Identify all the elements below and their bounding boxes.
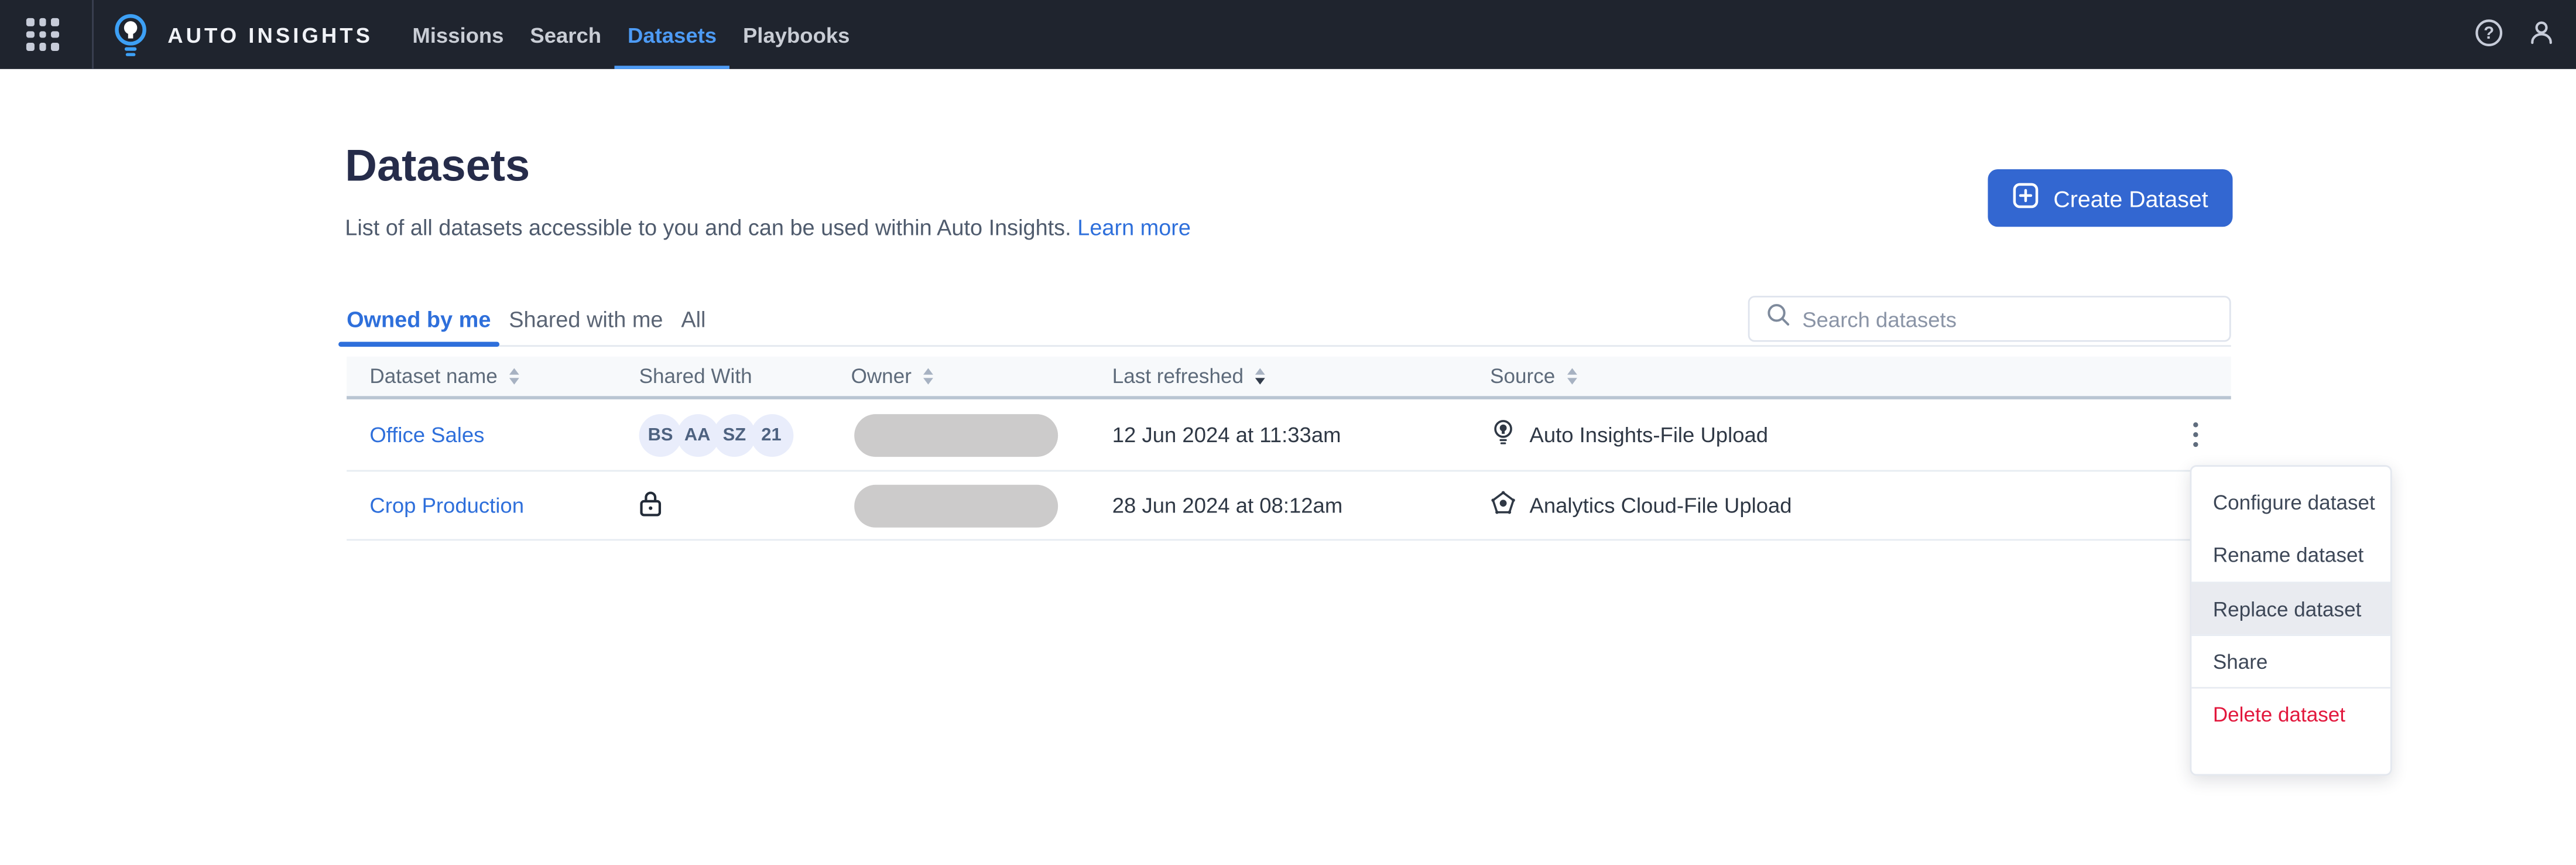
shared-with-cell: BS AA SZ 21 [639,413,851,456]
app-window: AUTO INSIGHTS Missions Search Datasets P… [0,0,2576,865]
column-header-dataset-name[interactable]: Dataset name [369,365,639,388]
table-row-office-sales: Office Sales BS AA SZ 21 12 Jun 2024 at … [347,399,2231,472]
avatar[interactable]: SZ [712,413,756,456]
column-header-shared-with: Shared With [639,364,752,388]
owner-cell [851,484,1112,527]
dataset-link-crop-production[interactable]: Crop Production [369,493,524,518]
actions-cell [2159,413,2231,456]
nav-item-playbooks[interactable]: Playbooks [730,0,863,69]
last-refreshed-cell: 12 Jun 2024 at 11:33am [1112,422,1341,447]
grid-icon [26,18,59,51]
datasets-table: Dataset name Shared With Owner Last refr… [347,356,2231,541]
page-description-text: List of all datasets accessible to you a… [345,215,1071,240]
auto-insights-bulb-icon [1490,419,1516,450]
owner-redacted-pill [854,484,1059,527]
analytics-cloud-icon [1490,490,1516,521]
search-input[interactable] [1802,306,2213,331]
source-cell: Analytics Cloud-File Upload [1490,490,2159,521]
owner-redacted-pill [854,413,1059,456]
column-header-last-refreshed[interactable]: Last refreshed [1112,365,1490,388]
avatar[interactable]: BS [639,413,682,456]
menu-item-configure-dataset[interactable]: Configure dataset [2191,477,2390,529]
source-cell: Auto Insights-File Upload [1490,419,2159,450]
plus-square-icon [2012,182,2039,213]
page-title: Datasets [345,141,530,191]
create-dataset-label: Create Dataset [2053,184,2208,211]
menu-item-share[interactable]: Share [2191,634,2390,687]
tab-all[interactable]: All [673,292,714,347]
dataset-name-cell: Crop Production [369,493,639,518]
column-header-source[interactable]: Source [1490,365,2159,388]
source-label: Auto Insights-File Upload [1529,422,1769,447]
menu-item-replace-dataset[interactable]: Replace dataset [2191,582,2390,635]
search-icon [1766,302,1791,335]
navbar-divider [92,0,94,69]
user-account-button[interactable] [2527,17,2557,52]
sort-icon [923,368,933,385]
sort-icon [509,368,519,385]
table-row-crop-production: Crop Production 28 Jun 2024 at 08:12am A… [347,471,2231,541]
avatar[interactable]: AA [676,413,719,456]
table-header-row: Dataset name Shared With Owner Last refr… [347,356,2231,399]
menu-item-delete-dataset[interactable]: Delete dataset [2191,686,2390,740]
app-launcher-button[interactable] [21,13,64,56]
dataset-name-cell: Office Sales [369,422,639,447]
last-refreshed-cell: 28 Jun 2024 at 08:12am [1112,493,1343,518]
avatar-overflow-count[interactable]: 21 [749,413,793,456]
row-actions-kebab-icon[interactable] [2177,413,2213,456]
help-icon: ? [2474,17,2504,52]
nav-item-missions[interactable]: Missions [399,0,517,69]
navbar-actions: ? [2474,17,2556,52]
sort-icon [1566,368,1577,385]
search-box [1748,296,2231,342]
page-description: List of all datasets accessible to you a… [345,216,1191,240]
tab-owned-by-me[interactable]: Owned by me [338,292,499,347]
svg-text:?: ? [2483,23,2494,42]
learn-more-link[interactable]: Learn more [1077,216,1191,240]
lightbulb-logo-icon [114,12,148,58]
sort-desc-icon [1255,368,1265,385]
row-context-menu: Configure dataset Rename dataset Replace… [2190,465,2392,776]
nav-item-search[interactable]: Search [517,0,615,69]
top-navbar: AUTO INSIGHTS Missions Search Datasets P… [0,0,2576,69]
column-header-owner[interactable]: Owner [851,365,1112,388]
user-icon [2527,17,2557,52]
dataset-link-office-sales[interactable]: Office Sales [369,422,484,447]
source-label: Analytics Cloud-File Upload [1529,493,1792,518]
shared-with-cell [639,489,851,522]
tab-shared-with-me[interactable]: Shared with me [501,292,671,347]
app-name: AUTO INSIGHTS [167,22,374,47]
owner-cell [851,413,1112,456]
help-button[interactable]: ? [2474,17,2504,52]
primary-nav: Missions Search Datasets Playbooks [399,0,863,69]
dataset-tabs: Owned by me Shared with me All [338,292,715,347]
create-dataset-button[interactable]: Create Dataset [1988,169,2233,227]
lock-icon [639,491,662,522]
menu-item-rename-dataset[interactable]: Rename dataset [2191,529,2390,582]
nav-item-datasets[interactable]: Datasets [614,0,731,69]
